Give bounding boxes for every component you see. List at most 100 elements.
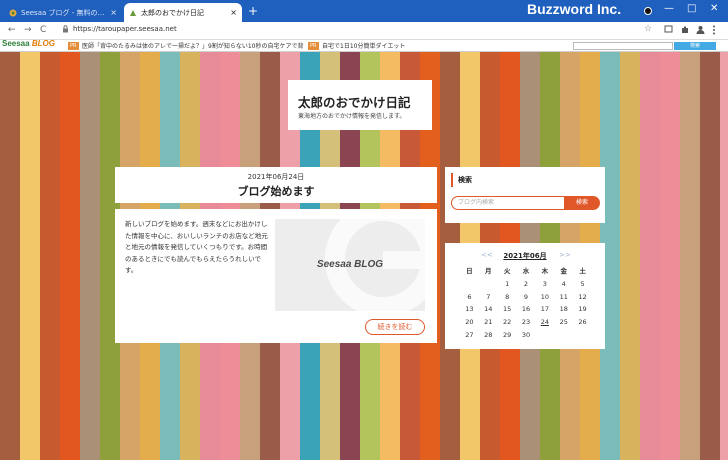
post-date: 2021年06月24日 [247,173,305,181]
profile-dot-icon [644,7,652,15]
tab-blog[interactable]: 太郎のおでかけ日記 × [124,3,242,22]
calendar-day: 8 [505,292,510,301]
calendar-day: 28 [484,330,493,339]
calendar-day [573,329,592,342]
calendar-day[interactable]: 24 [535,316,554,329]
calendar-day: 2 [523,279,529,288]
search-heading: 検索 [451,173,472,187]
calendar-grid: 日月火水木金土 1 2 3 4 5 6 7 8 9 10 11 12 13 14 15 16 17 18 19 20 21… [460,265,592,342]
post-thumbnail[interactable]: Seesaa BLOG [275,219,425,311]
pr-badge: PR [68,42,79,50]
calendar-day: 29 [502,330,512,339]
close-window-button[interactable]: ✕ [710,3,718,14]
post-body: 新しいブログを始めます。週末などにお出かけした情報を中心に、おいしいランチのお店… [115,209,437,343]
post-header: 2021年06月24日 ブログ始めます [115,167,437,203]
blog-subtitle: 東海地方のおでかけ情報を発信します。 [298,113,406,120]
calendar-day: 5 [580,279,585,288]
ad-link[interactable]: 自宅で1日10分簡単ダイエット [322,41,405,50]
logo-blog: BLOG [31,39,55,48]
calendar-day: 20 [465,318,474,327]
menu-kebab-icon[interactable] [712,25,716,37]
calendar-day: 22 [502,318,512,327]
calendar-day [460,278,479,291]
calendar-weekday: 月 [485,267,492,275]
tab-close-icon[interactable]: × [230,8,237,17]
calendar-day: 14 [484,305,493,314]
calendar-weekday: 日 [466,267,473,275]
calendar-weekday: 金 [560,267,567,275]
seesaa-search-button[interactable]: 検索 [674,42,716,50]
browser-toolbar: ← → C https://taroupaper.seesaa.net ☆ [0,22,728,40]
read-more-button[interactable]: 続きを読む [365,319,425,335]
address-bar[interactable]: https://taroupaper.seesaa.net ☆ [62,24,662,38]
calendar-day: 9 [523,292,529,301]
calendar-day: 18 [559,305,568,314]
calendar-day: 7 [486,292,491,301]
seesaa-search-input[interactable] [573,42,673,50]
calendar-day: 16 [521,305,531,314]
brand-watermark: Buzzword Inc. [527,1,622,17]
calendar-day: 10 [540,292,549,301]
browser-titlebar: Seesaa ブログ - 無料のブログ(blog) × 太郎のおでかけ日記 × … [0,0,728,22]
blog-search-button[interactable]: 検索 [564,196,600,210]
calendar-day: 21 [484,318,493,327]
calendar-header: << 2021年06月 >> [445,251,605,261]
calendar-day [554,329,573,342]
calendar-day: 13 [465,305,474,314]
back-button[interactable]: ← [8,25,16,35]
calendar-day: 6 [467,292,472,301]
blog-search-input[interactable]: ブログ内検索 [451,196,569,210]
calendar-day: 1 [505,279,510,288]
blog-title[interactable]: 太郎のおでかけ日記 [298,92,411,111]
calendar-weekday: 木 [541,267,549,275]
tab-title: 太郎のおでかけ日記 [141,8,204,17]
tab-close-icon[interactable]: × [110,8,117,17]
calendar-day [535,329,554,342]
calendar-day: 25 [559,318,568,327]
maximize-button[interactable]: □ [687,3,696,14]
reload-button[interactable]: C [40,25,46,35]
extensions-icon[interactable] [680,25,689,36]
seesaa-header-bar: Seesaa BLOG PR 医師「背中のたるみは体のアレで一掃だよ？」9割が知… [0,39,728,52]
cast-icon[interactable] [664,25,673,36]
calendar-day: 15 [502,305,512,314]
sidebar-calendar: << 2021年06月 >> 日月火水木金土 1 2 3 4 5 6 7 8 9 10 11 12 13 1… [445,243,605,349]
sidebar-search: 検索 ブログ内検索 検索 [445,167,605,223]
minimize-button[interactable]: — [664,3,674,14]
calendar-weekday: 火 [503,267,511,275]
profile-icon[interactable] [696,25,705,36]
calendar-day: 19 [578,305,587,314]
post-excerpt: 新しいブログを始めます。週末などにお出かけした情報を中心に、おいしいランチのお店… [125,220,268,274]
calendar-day: 17 [540,305,549,314]
new-tab-button[interactable]: + [248,4,258,18]
blog-favicon-icon [129,9,137,17]
tab-seesaa[interactable]: Seesaa ブログ - 無料のブログ(blog) × [4,3,122,22]
pr-badge: PR [308,42,319,50]
calendar-month[interactable]: 2021年06月 [445,251,605,261]
logo-seesaa: Seesaa [2,39,30,48]
calendar-day: 3 [542,279,547,288]
url-text: https://taroupaper.seesaa.net [73,25,177,33]
blog-page: 太郎のおでかけ日記 東海地方のおでかけ情報を発信します。 2021年06月24日… [0,52,728,460]
tab-title: Seesaa ブログ - 無料のブログ(blog) [21,8,106,17]
calendar-day: 26 [578,318,587,327]
ad-link[interactable]: 医師「背中のたるみは体のアレで一掃だよ？」9割が知らない10秒の自宅ケアで背中に… [82,41,304,50]
forward-button[interactable]: → [24,25,32,35]
blog-header: 太郎のおでかけ日記 東海地方のおでかけ情報を発信します。 [288,80,432,130]
seesaa-blog-logo[interactable]: Seesaa BLOG [2,39,55,48]
seesaa-favicon-icon [9,9,17,17]
calendar-weekday: 水 [522,267,530,275]
calendar-day: 11 [559,292,568,301]
calendar-day: 27 [465,330,474,339]
calendar-next-link[interactable]: >> [559,251,571,259]
calendar-weekday: 土 [579,267,586,275]
calendar-day: 12 [578,292,587,301]
calendar-day: 23 [521,318,531,327]
calendar-day [479,278,498,291]
calendar-day: 30 [521,330,531,339]
thumbnail-logo: Seesaa BLOG [316,259,384,270]
bookmark-star-icon[interactable]: ☆ [644,24,652,34]
post-title[interactable]: ブログ始めます [115,183,437,199]
lock-icon [62,25,69,35]
calendar-day: 4 [561,279,566,288]
